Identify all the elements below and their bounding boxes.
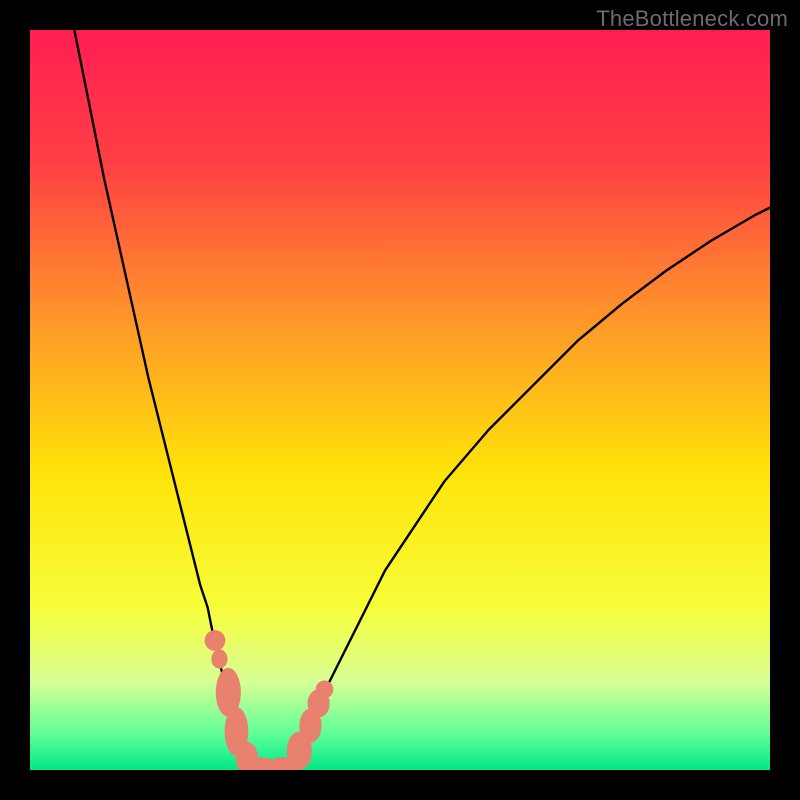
plot-area xyxy=(30,30,770,770)
outer-frame: TheBottleneck.com xyxy=(0,0,800,800)
highlight-marker xyxy=(205,630,226,651)
highlight-marker xyxy=(211,649,227,668)
background-gradient xyxy=(30,30,770,770)
chart-svg xyxy=(30,30,770,770)
watermark-label: TheBottleneck.com xyxy=(596,6,788,32)
highlight-marker xyxy=(316,680,334,698)
